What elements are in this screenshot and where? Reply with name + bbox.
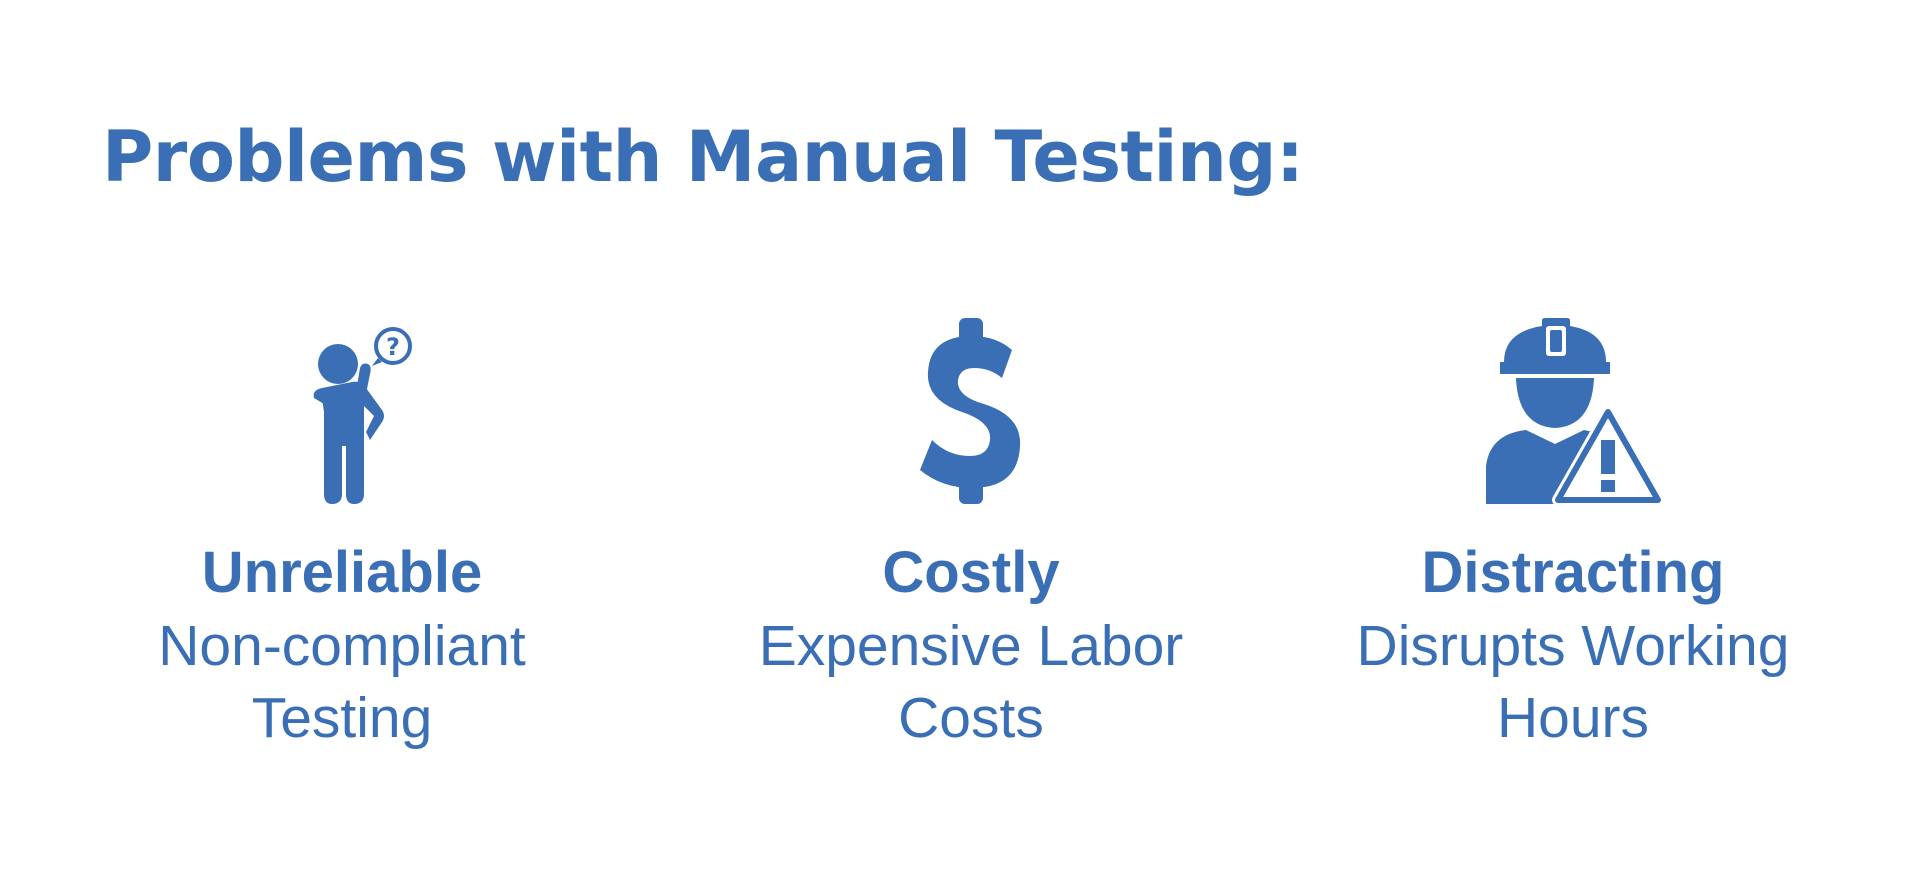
problem-description: Disrupts Working Hours [1356, 614, 1790, 750]
problem-heading: Unreliable [201, 540, 483, 605]
problem-card-distracting: Distracting Disrupts Working Hours [1293, 318, 1853, 754]
dollar-sign-icon [920, 318, 1021, 504]
problem-card-unreliable: ? Unreliable Non-compliant Testing [62, 318, 622, 754]
problem-heading: Costly [882, 540, 1060, 605]
problem-description: Non-compliant Testing [158, 614, 526, 750]
worker-hardhat-warning-icon [1486, 318, 1662, 504]
problem-heading: Distracting [1421, 540, 1725, 605]
svg-text:?: ? [386, 333, 400, 361]
problem-description: Expensive Labor Costs [758, 614, 1184, 750]
confused-person-question-icon: ? [313, 327, 412, 504]
page-title: Problems with Manual Testing: [102, 116, 1304, 198]
problem-card-costly: Costly Expensive Labor Costs [691, 318, 1251, 754]
